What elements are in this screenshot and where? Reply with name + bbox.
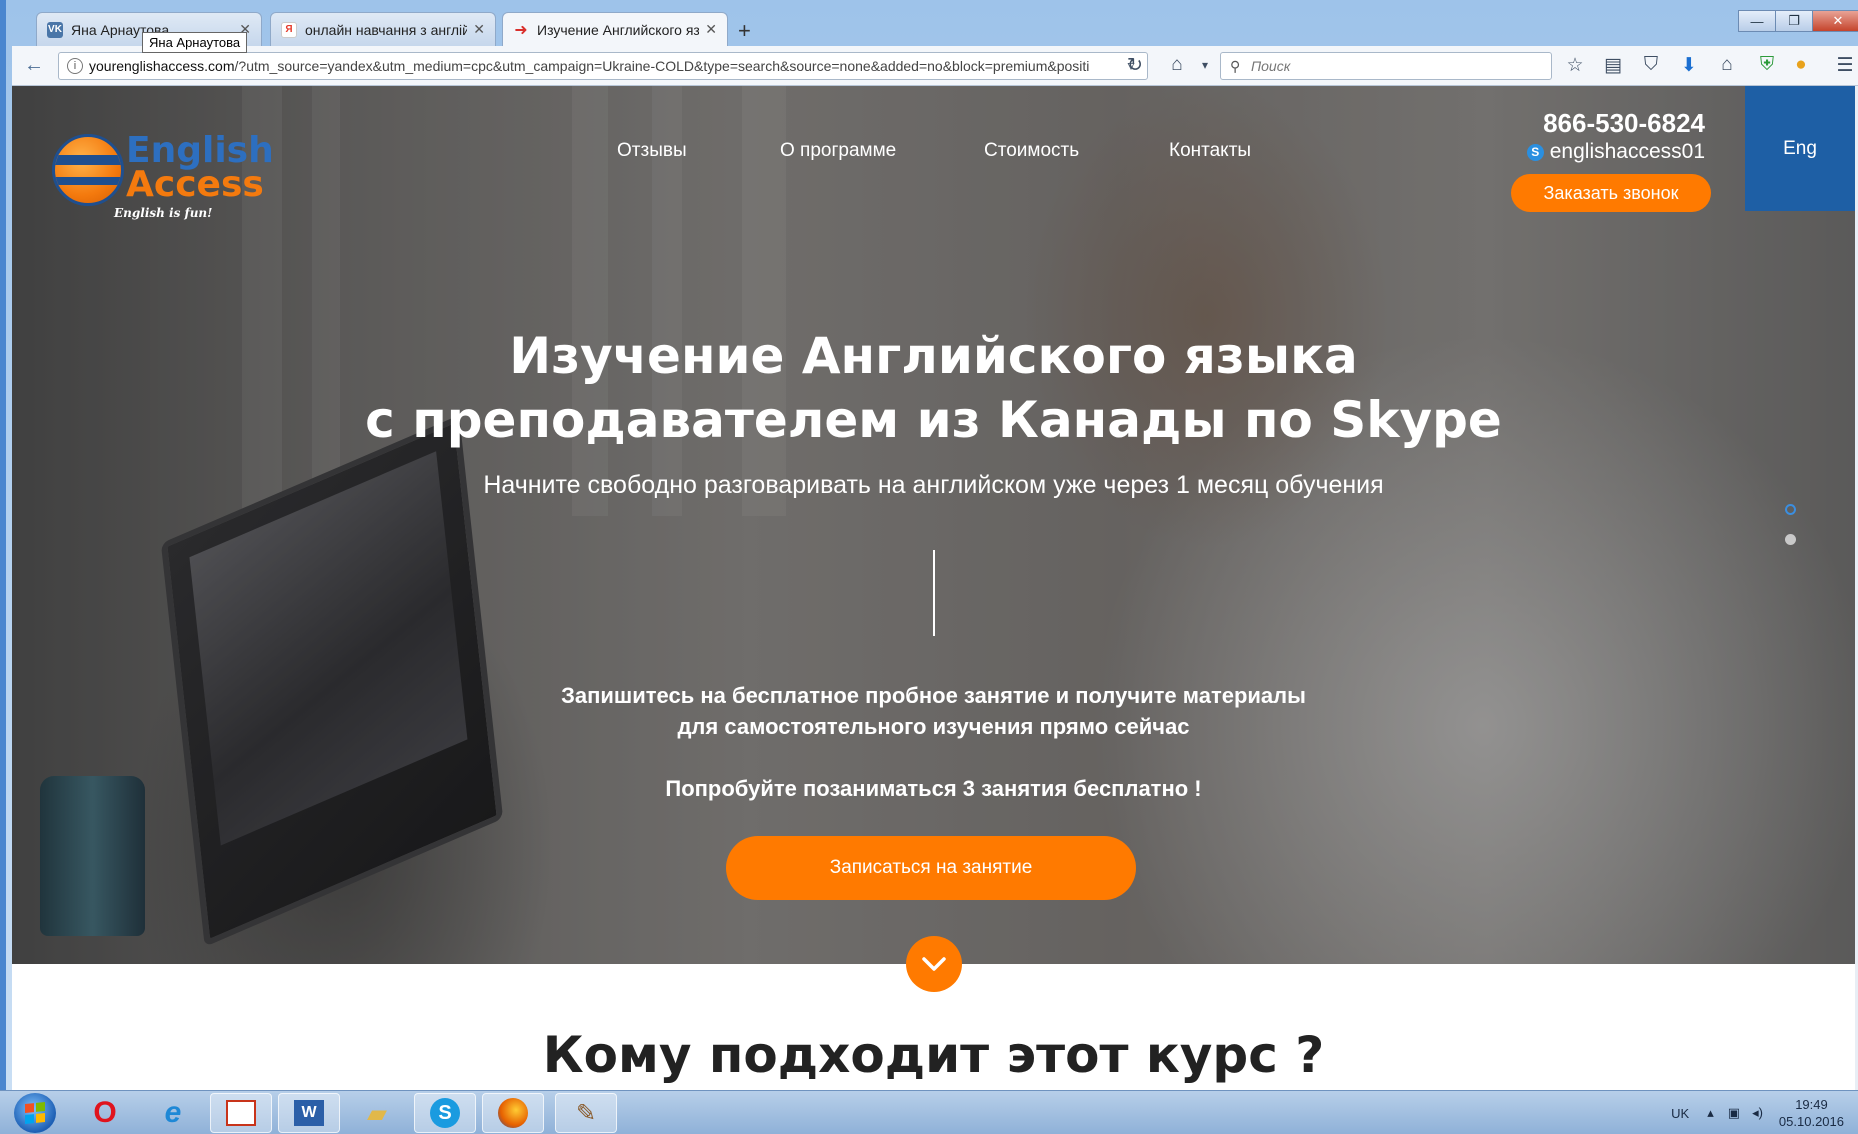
site-header: English Access English is fun! Отзывы О … xyxy=(12,86,1855,220)
search-placeholder: Поиск xyxy=(1251,58,1291,74)
language-indicator[interactable]: UK xyxy=(1671,1106,1689,1121)
tab-yandex[interactable]: Я онлайн навчання з англій... ✕ xyxy=(270,12,496,46)
menu-icon[interactable]: ☰ xyxy=(1832,52,1858,78)
home-page-icon[interactable]: ⌂ xyxy=(1714,52,1740,78)
pocket-icon[interactable]: ⛉ xyxy=(1638,52,1664,78)
close-icon[interactable]: ✕ xyxy=(705,21,717,38)
windows-icon xyxy=(25,1101,45,1125)
chevron-down-icon[interactable]: ▾ xyxy=(1192,52,1218,78)
shield-icon[interactable]: ⛨ xyxy=(1754,52,1780,78)
site-logo[interactable]: English Access English is fun! xyxy=(52,126,274,221)
skype-contact[interactable]: S englishaccess01 xyxy=(1526,140,1705,164)
system-tray: UK ▴ ▣ ◂) 19:49 05.10.2016 xyxy=(1671,1091,1858,1134)
slider-dot[interactable] xyxy=(1785,534,1796,545)
extension-icon[interactable]: ● xyxy=(1788,52,1814,78)
cta-text: Запишитесь на бесплатное пробное занятие… xyxy=(12,680,1855,742)
ie-icon[interactable]: e xyxy=(142,1093,204,1133)
new-tab-button[interactable]: + xyxy=(738,18,751,44)
back-arrow-icon[interactable]: ← xyxy=(24,54,44,77)
menu-item-pricing[interactable]: Стоимость xyxy=(984,140,1079,162)
logo-tagline: English is fun! xyxy=(114,206,213,220)
minimize-button[interactable]: — xyxy=(1738,10,1776,32)
globe-icon xyxy=(52,134,124,206)
menu-item-contacts[interactable]: Контакты xyxy=(1169,140,1251,162)
skype-icon[interactable]: S xyxy=(414,1093,476,1133)
home-icon[interactable]: ⌂ xyxy=(1164,52,1190,78)
tab-active-site[interactable]: ➜ Изучение Английского яз... ✕ xyxy=(502,12,728,46)
clock-date: 05.10.2016 xyxy=(1778,1114,1844,1129)
address-bar[interactable]: i yourenglishaccess.com/?utm_source=yand… xyxy=(58,52,1148,80)
scroll-down-button[interactable] xyxy=(906,936,962,992)
page-viewport: English Access English is fun! Отзывы О … xyxy=(12,86,1855,1090)
chevron-down-icon xyxy=(922,957,946,971)
bookmarks-list-icon[interactable]: ▤ xyxy=(1600,52,1626,78)
hero-title: Изучение Английского языка с преподавате… xyxy=(12,324,1855,452)
skype-icon: S xyxy=(1526,143,1544,161)
globe-band xyxy=(55,177,121,185)
free-lessons-text: Попробуйте позаниматься 3 занятия беспла… xyxy=(665,776,1202,801)
firefox-icon[interactable] xyxy=(482,1093,544,1133)
url-path: /?utm_source=yandex&utm_medium=cpc&utm_c… xyxy=(234,58,1090,74)
phone-number[interactable]: 866-530-6824 xyxy=(1543,108,1705,139)
hero-title-line2: с преподавателем из Канады по Skype xyxy=(365,391,1502,449)
info-icon[interactable]: i xyxy=(67,58,83,74)
navigation-bar: ← i yourenglishaccess.com/?utm_source=ya… xyxy=(12,46,1858,86)
logo-word-access: Access xyxy=(126,164,264,205)
menu-item-about[interactable]: О программе xyxy=(780,140,896,162)
site-icon: ➜ xyxy=(514,21,528,39)
search-input[interactable]: ⚲ Поиск xyxy=(1220,52,1552,80)
volume-icon[interactable]: ◂) xyxy=(1752,1105,1763,1121)
explorer-icon[interactable]: ▰ xyxy=(346,1093,408,1133)
signup-button[interactable]: Записаться на занятие xyxy=(726,836,1136,900)
tab-tooltip: Яна Арнаутова xyxy=(142,32,248,53)
hero-section: English Access English is fun! Отзывы О … xyxy=(12,86,1855,964)
vk-icon: VK xyxy=(47,21,63,38)
word-icon[interactable]: W xyxy=(278,1093,340,1133)
paint-icon[interactable]: ✎ xyxy=(555,1093,617,1133)
url-host: yourenglishaccess.com xyxy=(89,58,235,74)
globe-band xyxy=(55,155,121,165)
tab-label: онлайн навчання з англій... xyxy=(305,21,468,38)
download-icon[interactable]: ⬇ xyxy=(1676,52,1702,78)
clock-time: 19:49 xyxy=(1795,1097,1828,1112)
tab-bar: VK Яна Арнаутова ✕ Я онлайн навчання з а… xyxy=(12,6,1858,46)
section-title: Кому подходит этот курс ? xyxy=(542,1026,1325,1084)
hero-title-line1: Изучение Английского языка xyxy=(509,327,1358,385)
menu-item-reviews[interactable]: Отзывы xyxy=(617,140,687,162)
browser-window: VK Яна Арнаутова ✕ Я онлайн навчання з а… xyxy=(0,0,1858,1090)
network-icon[interactable]: ▣ xyxy=(1728,1105,1740,1121)
yandex-icon: Я xyxy=(281,21,297,38)
bookmark-star-icon[interactable]: ☆ xyxy=(1562,52,1588,78)
clock[interactable]: 19:49 05.10.2016 xyxy=(1779,1096,1844,1130)
chevron-up-icon[interactable]: ▴ xyxy=(1707,1105,1714,1121)
vertical-divider xyxy=(933,550,935,636)
skype-name: englishaccess01 xyxy=(1549,140,1705,163)
hero-subtitle: Начните свободно разговаривать на англий… xyxy=(483,471,1384,499)
start-button[interactable] xyxy=(14,1093,56,1133)
close-window-button[interactable]: ✕ xyxy=(1812,10,1858,32)
window-controls: — ❐ ✕ xyxy=(1738,10,1858,32)
taskbar: O e W ▰ S ✎ UK ▴ ▣ ◂) 19:49 05.10.2016 xyxy=(0,1090,1858,1134)
opera-icon[interactable]: O xyxy=(74,1093,136,1133)
close-icon[interactable]: ✕ xyxy=(473,21,485,38)
reload-icon[interactable]: ↻ xyxy=(1122,52,1148,78)
tab-label: Изучение Английского яз... xyxy=(537,21,700,38)
hero-overlay xyxy=(12,86,1855,964)
cta-line1: Запишитесь на бесплатное пробное занятие… xyxy=(561,683,1306,708)
search-icon: ⚲ xyxy=(1230,58,1241,74)
cta-line2: для самостоятельного изучения прямо сейч… xyxy=(677,714,1190,739)
request-call-button[interactable]: Заказать звонок xyxy=(1511,174,1711,212)
maximize-button[interactable]: ❐ xyxy=(1775,10,1813,32)
language-switch[interactable]: Eng xyxy=(1745,86,1855,211)
pdf-icon[interactable] xyxy=(210,1093,272,1133)
slider-dot-active[interactable] xyxy=(1785,504,1796,515)
